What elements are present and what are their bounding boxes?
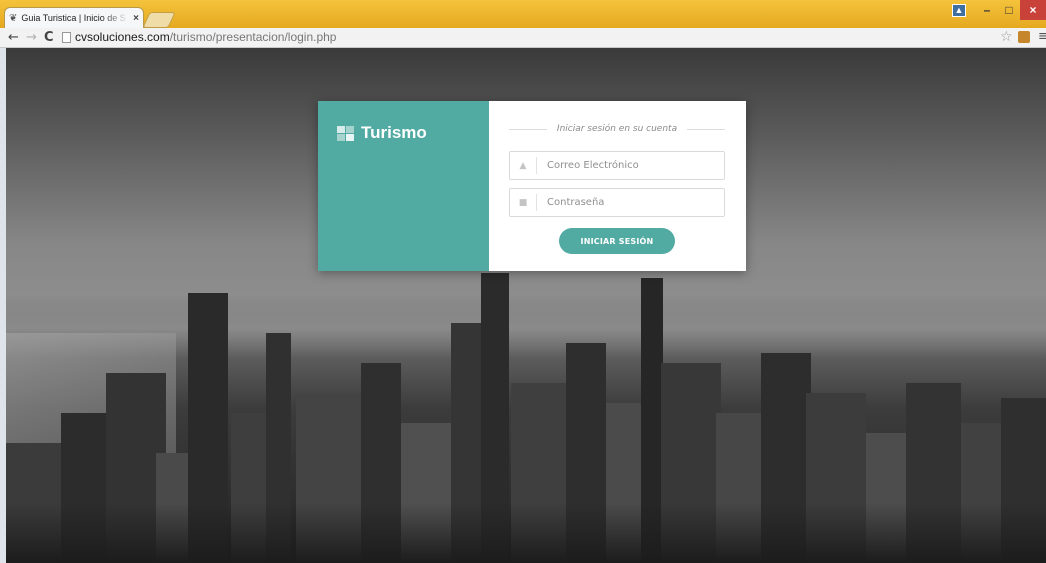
form-heading: Iniciar sesión en su cuenta — [509, 122, 726, 136]
bookmark-star-icon[interactable]: ☆ — [1000, 29, 1013, 45]
skyline-building — [6, 503, 1046, 563]
form-heading-text: Iniciar sesión en su cuenta — [556, 124, 678, 134]
divider — [687, 128, 726, 130]
back-button[interactable]: ← — [8, 29, 19, 46]
forward-button[interactable]: → — [26, 29, 37, 46]
tab-title: Guia Turistica | Inicio de S — [21, 13, 126, 23]
brand: Turismo — [337, 123, 427, 143]
email-field[interactable]: ▲ — [509, 151, 725, 180]
lock-icon: ■ — [510, 194, 537, 211]
leaf-icon: ❦ — [9, 12, 18, 24]
window-controls: ▲ – □ × — [948, 0, 1046, 20]
url-path: /turismo/presentacion/login.php — [169, 30, 337, 44]
profile-button[interactable]: ▲ — [948, 0, 970, 20]
close-window-button[interactable]: × — [1020, 0, 1046, 20]
browser-toolbar: ← → C cvsoluciones.com/turismo/presentac… — [0, 28, 1046, 48]
browser-titlebar: ❦ Guia Turistica | Inicio de S × ▲ – □ × — [0, 0, 1046, 28]
login-card: Turismo Iniciar sesión en su cuenta ▲ ■ … — [318, 101, 746, 271]
url-domain: cvsoluciones.com — [75, 30, 170, 44]
reload-button[interactable]: C — [44, 29, 54, 46]
minimize-button[interactable]: – — [976, 0, 998, 20]
grid-logo-icon — [337, 125, 354, 141]
brand-name: Turismo — [361, 123, 427, 142]
email-input[interactable] — [537, 153, 724, 178]
password-input[interactable] — [537, 190, 724, 215]
page-icon — [62, 32, 71, 43]
menu-icon[interactable]: ≡ — [1038, 29, 1046, 44]
brand-panel: Turismo — [318, 101, 489, 271]
browser-tab[interactable]: ❦ Guia Turistica | Inicio de S × — [4, 7, 144, 28]
maximize-button[interactable]: □ — [998, 0, 1020, 20]
user-icon: ▲ — [952, 3, 966, 17]
login-button[interactable]: INICIAR SESIÓN — [559, 228, 675, 254]
city-skyline-background — [6, 263, 1046, 563]
password-field[interactable]: ■ — [509, 188, 725, 217]
login-form: Iniciar sesión en su cuenta ▲ ■ INICIAR … — [489, 101, 746, 271]
user-icon: ▲ — [510, 157, 537, 174]
close-tab-icon[interactable]: × — [133, 13, 139, 24]
divider — [509, 128, 547, 130]
extension-icon[interactable] — [1018, 31, 1030, 43]
new-tab-button[interactable] — [142, 12, 176, 28]
address-bar[interactable]: cvsoluciones.com/turismo/presentacion/lo… — [62, 30, 1002, 45]
